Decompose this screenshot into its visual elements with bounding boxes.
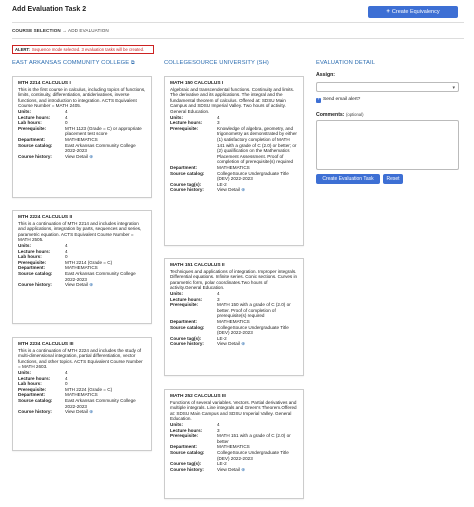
check-icon: ✓: [317, 96, 322, 102]
prerequisite-value: MTH 1123 (Grade = C) or appropriate plac…: [65, 125, 142, 137]
source-catalog-value: CollegeSource Undergraduate Title (DEV) …: [217, 170, 289, 182]
source-catalog-value: CollegeSource Undergraduate Title (DEV) …: [217, 449, 289, 461]
source-course-card: MTH 2224 CALCULUS II This is a continuat…: [12, 210, 152, 324]
breadcrumb: COURSE SELECTION → ADD EVALUATION: [12, 28, 109, 33]
source-course-card: MTH 2214 CALCULUS I This is the first co…: [12, 76, 152, 198]
info-icon: ⊕: [241, 187, 246, 193]
left-column-heading[interactable]: EAST ARKANSAS COMMUNITY COLLEGE ⧉: [12, 60, 135, 66]
reset-button[interactable]: Reset: [383, 174, 403, 184]
view-detail-link[interactable]: View Detail ⊕: [65, 154, 146, 160]
prerequisite-value: Knowledge of algebra, geometry, and trig…: [217, 125, 297, 165]
course-description: This is a continuation of MTH 2224 and i…: [18, 347, 143, 370]
prerequisite-value: MATH 150 with a grade of C (2.0) or bett…: [217, 302, 291, 319]
view-detail-link[interactable]: View Detail ⊕: [217, 341, 298, 347]
course-description: Functions of several variables. Vectors.…: [170, 399, 297, 422]
comments-label: Comments: (optional): [316, 112, 364, 118]
source-catalog-value: East Arkansas Community College 2022-202…: [65, 397, 136, 409]
comments-textarea[interactable]: [316, 120, 459, 170]
breadcrumb-step-add-evaluation: ADD EVALUATION: [68, 28, 109, 33]
assign-label: Assign:: [316, 72, 336, 78]
course-description: This is a continuation of MTH 2214 and i…: [18, 220, 142, 243]
info-icon: ⊕: [89, 282, 94, 288]
view-detail-link[interactable]: View Detail ⊕: [217, 187, 298, 193]
target-course-card: MATH 252 CALCULUS III Functions of sever…: [164, 389, 304, 499]
info-icon: ⊕: [89, 153, 94, 159]
send-email-checkbox[interactable]: ✓: [316, 96, 322, 103]
breadcrumb-separator: →: [62, 28, 67, 33]
info-icon: ⊕: [89, 409, 94, 415]
alert-banner: ALERT: Sequence mode selected. 3 evaluat…: [12, 45, 154, 54]
prerequisite-value: MATH 151 with a grade of C (2.0) or bett…: [217, 433, 291, 444]
middle-column-heading: COLLEGESOURCE UNIVERSITY (SH): [164, 60, 269, 66]
view-detail-link[interactable]: View Detail ⊕: [217, 467, 298, 473]
send-email-label: Send email alert?: [323, 97, 361, 102]
source-course-card: MTH 2234 CALCULUS III This is a continua…: [12, 337, 152, 451]
breadcrumb-divider: [12, 38, 464, 39]
page-title: Add Evaluation Task 2: [12, 6, 87, 13]
course-description: Techniques and applications of integrati…: [170, 268, 298, 291]
course-description: Algebraic and transcendental functions. …: [170, 86, 295, 114]
source-catalog-value: CollegeSource Undergraduate Title (DEV) …: [217, 324, 289, 336]
assign-select[interactable]: ▾: [316, 82, 459, 92]
view-detail-link[interactable]: View Detail ⊕: [65, 282, 146, 288]
view-detail-link[interactable]: View Detail ⊕: [65, 409, 146, 415]
target-course-card: MATH 150 CALCULUS I Algebraic and transc…: [164, 76, 304, 246]
evaluation-heading: EVALUATION DETAIL: [316, 60, 376, 66]
source-catalog-value: East Arkansas Community College 2022-202…: [65, 142, 136, 154]
course-description: This is the first course in calculus, in…: [18, 86, 146, 109]
chevron-down-icon: ▾: [452, 85, 455, 91]
info-icon: ⊕: [241, 466, 246, 472]
create-evaluation-task-button[interactable]: Create Evaluation Task: [316, 174, 380, 184]
external-link-icon: ⧉: [130, 60, 135, 66]
info-icon: ⊕: [241, 341, 246, 347]
source-catalog-value: East Arkansas Community College 2022-202…: [65, 270, 136, 282]
breadcrumb-step-course-selection[interactable]: COURSE SELECTION: [12, 28, 61, 33]
header-divider: [12, 22, 464, 23]
plus-icon: +: [386, 9, 390, 15]
target-course-card: MATH 151 CALCULUS II Techniques and appl…: [164, 258, 304, 376]
create-equivalency-button[interactable]: + Create Equivalency: [368, 6, 458, 18]
